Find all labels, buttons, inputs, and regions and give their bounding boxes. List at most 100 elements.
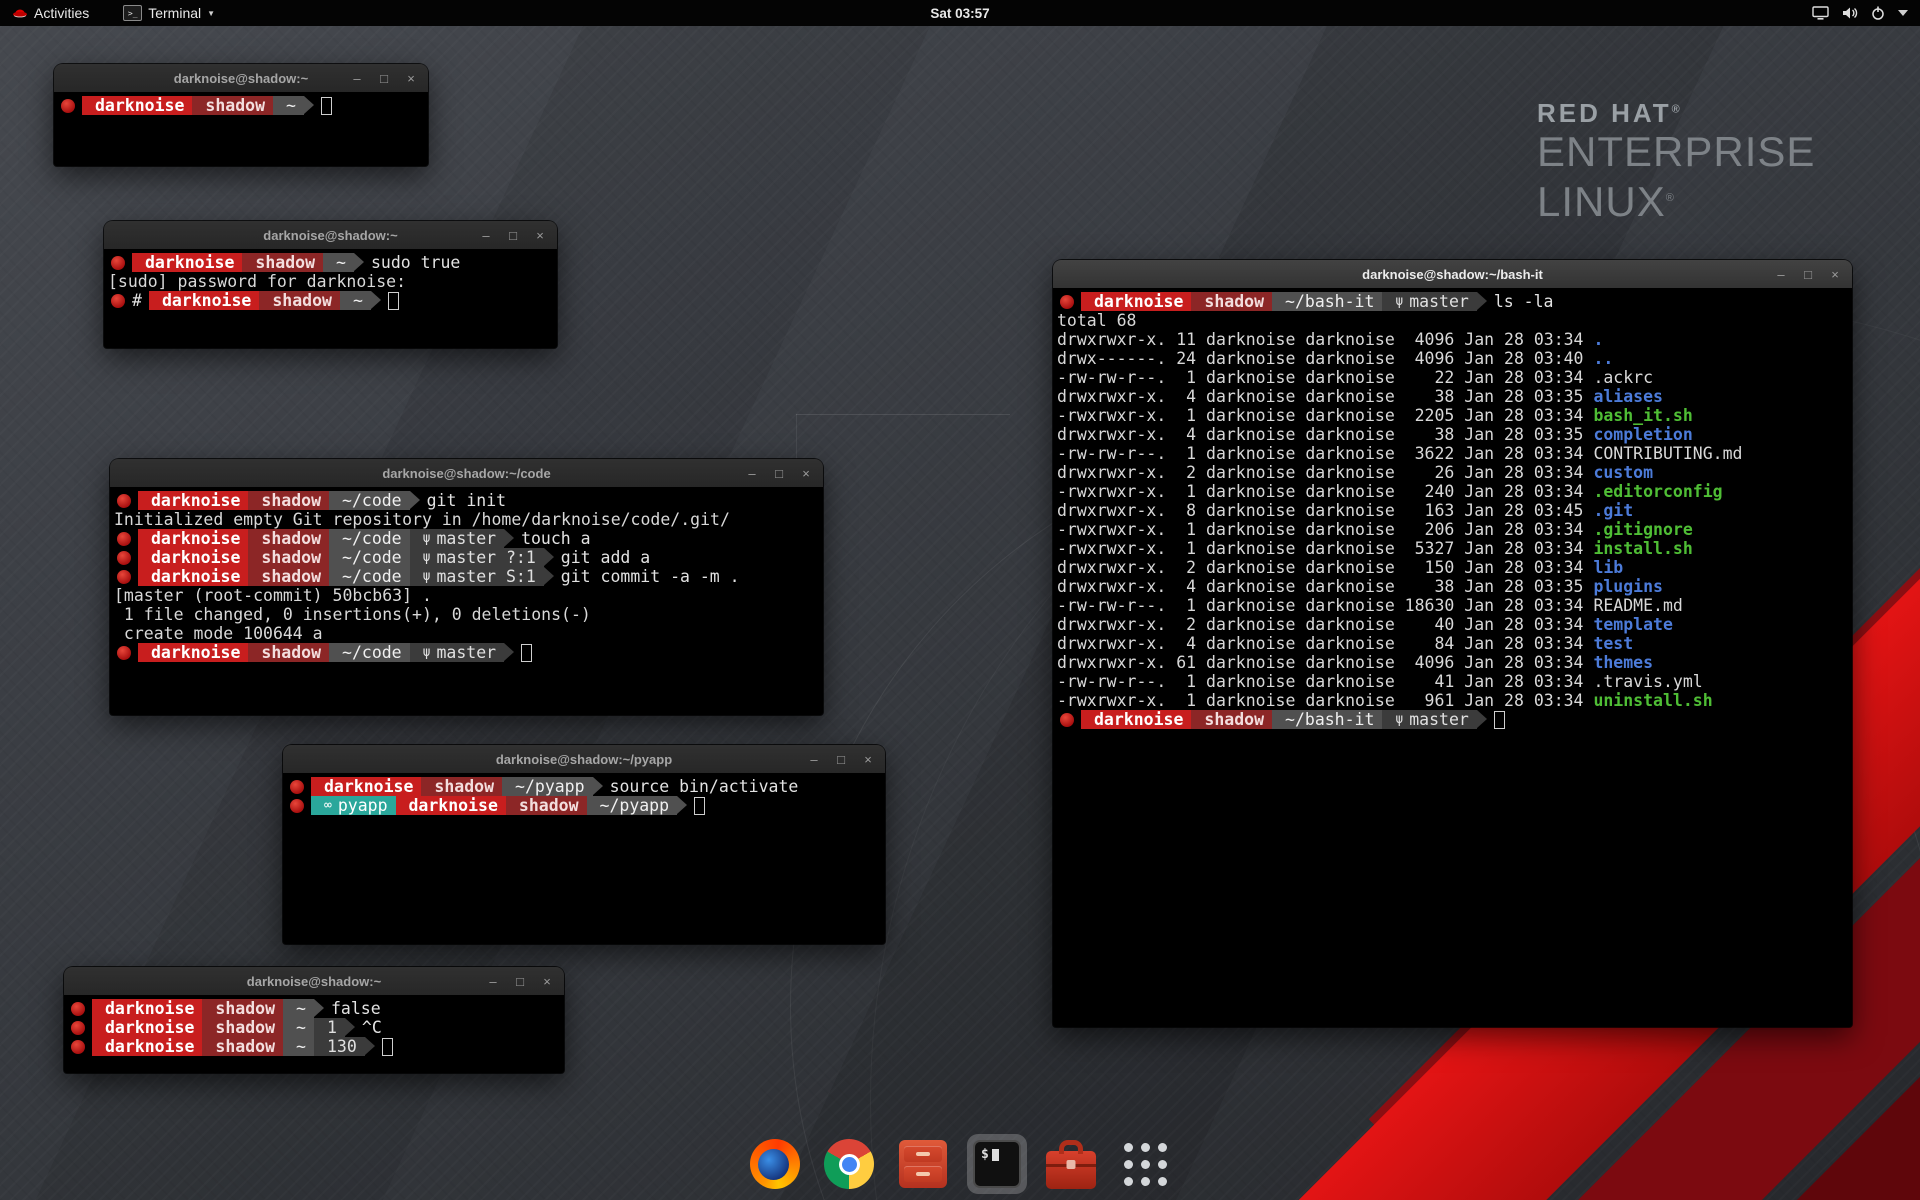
prompt-segment-host: shadow (248, 529, 329, 548)
maximize-button[interactable]: □ (834, 752, 848, 767)
file-row: drwxrwxr-x. 11 darknoise darknoise 4096 … (1057, 330, 1852, 349)
maximize-button[interactable]: □ (772, 466, 786, 481)
prompt-segment-git: ψmaster ?:1 (410, 548, 544, 567)
maximize-button[interactable]: □ (1801, 267, 1815, 282)
prompt-segment-user: darknoise (138, 529, 248, 548)
command-text: ls -la (1494, 292, 1554, 311)
maximize-button[interactable]: □ (506, 228, 520, 243)
volume-icon[interactable] (1842, 6, 1858, 20)
terminal-content[interactable]: darknoiseshadow~falsedarknoiseshadow~1^C… (64, 995, 564, 1073)
close-button[interactable]: × (404, 71, 418, 86)
minimize-button[interactable]: – (479, 228, 493, 243)
dock-item-app-grid[interactable] (1115, 1134, 1175, 1194)
window-titlebar[interactable]: darknoise@shadow:~/pyapp – □ × (283, 745, 885, 774)
close-button[interactable]: × (533, 228, 547, 243)
python-icon: ∞ (324, 796, 332, 815)
close-button[interactable]: × (1828, 267, 1842, 282)
app-menu-terminal[interactable]: >_ Terminal ▼ (119, 0, 219, 26)
dock-item-files[interactable] (893, 1134, 953, 1194)
file-attributes: drwxrwxr-x. 4 darknoise darknoise 38 Jan… (1057, 425, 1593, 444)
command-text: false (331, 999, 381, 1018)
redhat-prompt-icon (117, 646, 131, 660)
file-attributes: -rwxrwxr-x. 1 darknoise darknoise 5327 J… (1057, 539, 1593, 558)
file-attributes: -rwxrwxr-x. 1 darknoise darknoise 961 Ja… (1057, 691, 1593, 710)
terminal-content[interactable]: darknoiseshadow~ (54, 92, 428, 166)
prompt-segment-host: shadow (202, 999, 283, 1018)
prompt-segment-user: darknoise (396, 796, 506, 815)
prompt-segment-host: shadow (202, 1018, 283, 1037)
window-titlebar[interactable]: darknoise@shadow:~/bash-it – □ × (1053, 260, 1852, 289)
prompt-segment-exit: 1 (314, 1018, 345, 1037)
prompt-segment-user: darknoise (1081, 292, 1191, 311)
chevron-down-icon[interactable] (1898, 10, 1908, 16)
file-attributes: -rw-rw-r--. 1 darknoise darknoise 3622 J… (1057, 444, 1593, 463)
close-button[interactable]: × (540, 974, 554, 989)
prompt-segment-user: darknoise (92, 1018, 202, 1037)
dock-item-toolbox[interactable] (1041, 1134, 1101, 1194)
dock-item-chrome[interactable] (819, 1134, 879, 1194)
terminal-cursor (1494, 711, 1505, 729)
prompt-line: darknoiseshadow~/codeψmaster ?:1git add … (114, 548, 823, 567)
maximize-button[interactable]: □ (377, 71, 391, 86)
window-title: darknoise@shadow:~ (263, 228, 397, 243)
minimize-button[interactable]: – (350, 71, 364, 86)
window-titlebar[interactable]: darknoise@shadow:~ – □ × (54, 64, 428, 93)
command-text: touch a (521, 529, 591, 548)
file-name: aliases (1593, 387, 1663, 406)
terminal-content[interactable]: darknoiseshadow~/pyappsource bin/activat… (283, 773, 885, 944)
terminal-app-icon: >_ (123, 5, 142, 21)
terminal-content[interactable]: darknoiseshadow~/codegit initInitialized… (110, 487, 823, 715)
minimize-button[interactable]: – (1774, 267, 1788, 282)
prompt-segment-git: ψmaster S:1 (410, 567, 544, 586)
window-titlebar[interactable]: darknoise@shadow:~ – □ × (104, 221, 557, 250)
clock[interactable]: Sat 03:57 (930, 6, 989, 21)
system-tray[interactable] (1812, 6, 1920, 20)
dock-item-terminal[interactable]: $ (967, 1134, 1027, 1194)
activities-button[interactable]: Activities (8, 0, 93, 26)
close-button[interactable]: × (861, 752, 875, 767)
git-branch-icon: ψ (423, 548, 431, 567)
redhat-prompt-icon (117, 551, 131, 565)
minimize-button[interactable]: – (486, 974, 500, 989)
power-icon[interactable] (1871, 6, 1885, 20)
file-row: drwxrwxr-x. 8 darknoise darknoise 163 Ja… (1057, 501, 1852, 520)
prompt-line: darknoiseshadow~/codeψmaster S:1git comm… (114, 567, 823, 586)
file-row: -rw-rw-r--. 1 darknoise darknoise 18630 … (1057, 596, 1852, 615)
window-title: darknoise@shadow:~ (247, 974, 381, 989)
firefox-icon (750, 1139, 800, 1189)
close-button[interactable]: × (799, 466, 813, 481)
maximize-button[interactable]: □ (513, 974, 527, 989)
file-name: uninstall.sh (1593, 691, 1712, 710)
output-line: 1 file changed, 0 insertions(+), 0 delet… (114, 605, 823, 624)
file-attributes: drwx------. 24 darknoise darknoise 4096 … (1057, 349, 1593, 368)
redhat-logo-icon (12, 5, 28, 21)
file-name: custom (1593, 463, 1653, 482)
minimize-button[interactable]: – (807, 752, 821, 767)
prompt-line: darknoiseshadow~130 (68, 1037, 564, 1056)
command-text: source bin/activate (610, 777, 799, 796)
terminal-content[interactable]: darknoiseshadow~sudo true[sudo] password… (104, 249, 557, 348)
prompt-segment-user: darknoise (132, 253, 242, 272)
window-titlebar[interactable]: darknoise@shadow:~/code – □ × (110, 459, 823, 488)
prompt-segment-exit: 130 (314, 1037, 365, 1056)
file-row: -rwxrwxr-x. 1 darknoise darknoise 206 Ja… (1057, 520, 1852, 539)
file-attributes: drwxrwxr-x. 2 darknoise darknoise 26 Jan… (1057, 463, 1593, 482)
terminal-cursor (388, 292, 399, 310)
file-row: -rwxrwxr-x. 1 darknoise darknoise 961 Ja… (1057, 691, 1852, 710)
prompt-segment-git: ψmaster (410, 529, 504, 548)
display-icon[interactable] (1812, 6, 1829, 20)
file-row: -rwxrwxr-x. 1 darknoise darknoise 5327 J… (1057, 539, 1852, 558)
prompt-segment-path: ~ (273, 96, 304, 115)
terminal-window: darknoise@shadow:~/bash-it – □ × darknoi… (1053, 260, 1852, 1027)
terminal-content[interactable]: darknoiseshadow~/bash-itψmasterls -latot… (1053, 288, 1852, 1027)
output-line: [sudo] password for darknoise: (108, 272, 557, 291)
git-branch-icon: ψ (1395, 710, 1403, 729)
output-text: 1 file changed, 0 insertions(+), 0 delet… (114, 605, 591, 624)
file-row: drwxrwxr-x. 61 darknoise darknoise 4096 … (1057, 653, 1852, 672)
minimize-button[interactable]: – (745, 466, 759, 481)
dock-item-firefox[interactable] (745, 1134, 805, 1194)
prompt-segment-path: ~/code (329, 548, 410, 567)
window-titlebar[interactable]: darknoise@shadow:~ – □ × (64, 967, 564, 996)
redhat-prompt-icon (111, 256, 125, 270)
prompt-segment-git: ψmaster (410, 643, 504, 662)
